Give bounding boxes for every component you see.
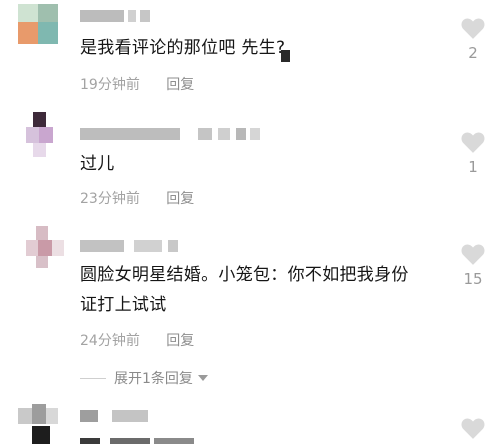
reply-button[interactable]: 回复 xyxy=(166,74,194,94)
comment-time: 24分钟前 xyxy=(80,333,140,349)
username-redacted[interactable] xyxy=(80,10,150,22)
like-control[interactable]: 15 xyxy=(458,242,488,288)
reply-button[interactable]: 回复 xyxy=(166,188,194,208)
caret-down-icon xyxy=(197,375,208,381)
comment-text: 是我看评论的那位吧 先生? xyxy=(80,38,286,58)
comment-meta: 24分钟前 回复 xyxy=(80,330,194,350)
avatar[interactable] xyxy=(26,112,66,157)
expand-replies-button[interactable]: 展开1条回复 xyxy=(80,368,208,388)
avatar[interactable] xyxy=(18,404,58,444)
comment-text: 过儿 xyxy=(80,154,115,174)
redaction-mark xyxy=(281,50,290,62)
comment-meta: 19分钟前 回复 xyxy=(80,74,194,94)
username-redacted[interactable] xyxy=(80,240,190,252)
avatar[interactable] xyxy=(18,4,58,48)
comment-time: 23分钟前 xyxy=(80,191,140,207)
reply-button[interactable]: 回复 xyxy=(166,330,194,350)
comment-meta: 23分钟前 回复 xyxy=(80,188,194,208)
like-count: 15 xyxy=(463,270,483,288)
expand-replies-label: 展开1条回复 xyxy=(114,371,193,387)
like-count: 2 xyxy=(468,44,478,62)
avatar[interactable] xyxy=(26,226,66,270)
heart-icon[interactable] xyxy=(460,130,486,154)
heart-icon[interactable] xyxy=(460,242,486,266)
comment-time: 19分钟前 xyxy=(80,77,140,93)
comment-text: 证打上试试 xyxy=(80,295,167,315)
username-redacted[interactable] xyxy=(80,128,260,140)
username-redacted[interactable] xyxy=(80,410,150,422)
like-count: 1 xyxy=(468,158,478,176)
like-control[interactable]: 1 xyxy=(458,130,488,176)
divider-line xyxy=(80,377,106,379)
like-control[interactable]: 2 xyxy=(458,16,488,62)
like-control[interactable] xyxy=(458,416,488,440)
comment-text: 圆脸女明星结婚。小笼包：你不如把我身份 xyxy=(80,265,409,285)
heart-icon[interactable] xyxy=(460,416,486,440)
heart-icon[interactable] xyxy=(460,16,486,40)
comment-text-redacted xyxy=(80,438,220,444)
